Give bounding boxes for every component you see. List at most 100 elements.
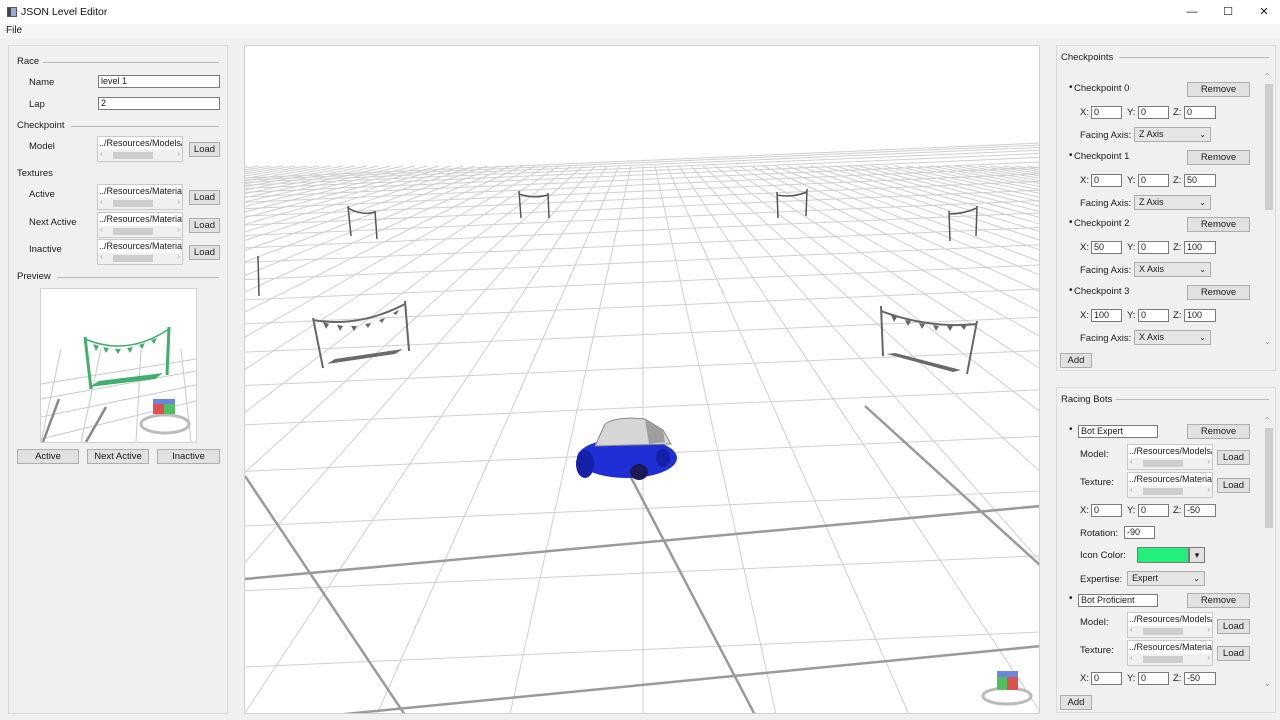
race-group-title: Race (17, 56, 44, 67)
checkpoint-group-title: Checkpoint (17, 120, 69, 131)
checkpoint-model-path[interactable]: ../Resources/Models/ ‹ › (97, 136, 183, 162)
horizontal-scrollbar[interactable]: ‹ › (98, 197, 182, 209)
checkpoint-x-field[interactable]: 0 (1091, 173, 1122, 187)
next-active-texture-path[interactable]: ../Resources/Materia ‹ › (97, 212, 183, 238)
bot-texture-load-button[interactable]: Load (1217, 478, 1250, 493)
next-active-texture-load-button[interactable]: Load (189, 218, 220, 233)
chevron-down-icon: ⌄ (1199, 265, 1206, 274)
minimize-button[interactable]: — (1174, 0, 1210, 24)
facing-axis-select[interactable]: X Axis ⌄ (1134, 262, 1211, 277)
checkpoint-z-field[interactable]: 100 (1184, 241, 1216, 254)
expertise-select[interactable]: Expert ⌄ (1127, 571, 1205, 586)
facing-axis-select[interactable]: Z Axis ⌄ (1134, 194, 1211, 210)
bot-texture-path[interactable]: ../Resources/Materia ‹ › (1127, 640, 1213, 666)
y-label: Y: (1127, 174, 1136, 186)
bot-name-field[interactable]: Bot Expert (1078, 425, 1158, 438)
lap-label: Lap (29, 99, 45, 110)
checkpoint-y-field[interactable]: 0 (1138, 308, 1169, 322)
checkpoint-name: Checkpoint 0 (1074, 83, 1130, 94)
y-label: Y: (1127, 505, 1136, 516)
scene-render (245, 142, 1039, 713)
racing-bots-panel: Racing Bots • Bot Expert Remove Model: .… (1056, 387, 1276, 713)
level-properties-panel: Race Name level 1 Lap 2 Checkpoint Model… (8, 45, 228, 714)
checkpoint-y-field[interactable]: 0 (1138, 106, 1169, 119)
close-button[interactable]: ✕ (1246, 0, 1280, 24)
preview-next-active-button[interactable]: Next Active (87, 449, 149, 464)
icon-color-swatch[interactable] (1137, 547, 1189, 563)
lap-field[interactable]: 2 (98, 97, 220, 110)
color-dropdown-chevron-icon[interactable]: ▾ (1189, 547, 1205, 563)
horizontal-scrollbar[interactable]: ‹ › (1128, 653, 1212, 665)
checkpoint-z-field[interactable]: 50 (1184, 173, 1216, 187)
bot-x-field[interactable]: 0 (1091, 504, 1122, 517)
facing-axis-label: Facing Axis: (1080, 332, 1132, 344)
horizontal-scrollbar[interactable]: ‹ › (98, 252, 182, 264)
bot-texture-label: Texture: (1080, 645, 1114, 656)
remove-bot-button[interactable]: Remove (1187, 593, 1250, 608)
checkpoint-model-load-button[interactable]: Load (189, 142, 220, 157)
x-label: X: (1080, 242, 1089, 253)
remove-checkpoint-button[interactable]: Remove (1187, 82, 1250, 97)
checkpoint-y-field[interactable]: 0 (1138, 241, 1169, 254)
bot-rotation-field[interactable]: -90 (1124, 526, 1155, 539)
car-model[interactable] (576, 417, 677, 480)
active-texture-path[interactable]: ../Resources/Materia ‹ › (97, 184, 183, 210)
facing-axis-label: Facing Axis: (1080, 197, 1132, 209)
y-label: Y: (1127, 107, 1136, 118)
bot-z-field[interactable]: -50 (1184, 504, 1216, 517)
bot-model-path[interactable]: ../Resources/Models/ ‹ › (1127, 612, 1213, 638)
checkpoint-x-field[interactable]: 50 (1091, 241, 1122, 254)
facing-axis-select[interactable]: Z Axis ⌄ (1134, 127, 1211, 142)
remove-checkpoint-button[interactable]: Remove (1187, 217, 1250, 232)
z-label: Z: (1173, 505, 1182, 516)
inactive-texture-path[interactable]: ../Resources/Materia ‹ › (97, 239, 183, 265)
bots-vertical-scrollbar[interactable]: ⌃ ⌄ (1263, 414, 1274, 690)
remove-bot-button[interactable]: Remove (1187, 424, 1250, 439)
model-label: Model (29, 141, 55, 152)
horizontal-scrollbar[interactable]: ‹ › (1128, 625, 1212, 637)
bot-model-path[interactable]: ../Resources/Models/ ‹ › (1127, 444, 1213, 470)
bot-x-field[interactable]: 0 (1091, 672, 1122, 685)
name-field[interactable]: level 1 (98, 75, 220, 88)
active-texture-load-button[interactable]: Load (189, 190, 220, 205)
add-bot-button[interactable]: Add (1060, 695, 1092, 710)
checkpoint-z-field[interactable]: 0 (1184, 106, 1216, 119)
bot-model-load-button[interactable]: Load (1217, 450, 1250, 465)
facing-axis-label: Facing Axis: (1080, 265, 1132, 276)
bot-texture-path[interactable]: ../Resources/Materia ‹ › (1127, 472, 1213, 498)
inactive-texture-load-button[interactable]: Load (189, 245, 220, 260)
checkpoint-x-field[interactable]: 100 (1091, 308, 1122, 322)
bot-name-field[interactable]: Bot Proficient (1078, 594, 1158, 607)
remove-checkpoint-button[interactable]: Remove (1187, 284, 1250, 300)
horizontal-scrollbar[interactable]: ‹ › (98, 149, 182, 161)
bot-model-load-button[interactable]: Load (1217, 619, 1250, 634)
add-checkpoint-button[interactable]: Add (1060, 353, 1092, 368)
checkpoint-name: Checkpoint 2 (1074, 218, 1130, 229)
bot-texture-load-button[interactable]: Load (1217, 646, 1250, 661)
checkpoint-y-field[interactable]: 0 (1138, 173, 1169, 187)
horizontal-scrollbar[interactable]: ‹ › (1128, 457, 1212, 469)
z-label: Z: (1173, 107, 1182, 118)
bot-y-field[interactable]: 0 (1138, 504, 1169, 517)
checkpoint-z-field[interactable]: 100 (1184, 308, 1216, 322)
bot-z-field[interactable]: -50 (1184, 672, 1216, 685)
checkpoints-panel: Checkpoints • Checkpoint 0 Remove X: 0 Y… (1056, 45, 1276, 371)
chevron-down-icon: ⌄ (1199, 197, 1206, 207)
maximize-button[interactable]: ☐ (1210, 0, 1246, 24)
horizontal-scrollbar[interactable]: ‹ › (98, 225, 182, 237)
preview-group-title: Preview (17, 271, 55, 282)
y-label: Y: (1127, 242, 1136, 253)
preview-active-button[interactable]: Active (17, 449, 79, 464)
horizontal-scrollbar[interactable]: ‹ › (1128, 485, 1212, 497)
preview-inactive-button[interactable]: Inactive (157, 449, 220, 464)
facing-axis-select[interactable]: X Axis ⌄ (1134, 329, 1211, 345)
menu-file[interactable]: File (6, 25, 22, 36)
y-label: Y: (1127, 309, 1136, 321)
checkpoint-x-field[interactable]: 0 (1091, 106, 1122, 119)
scene-viewport[interactable] (244, 45, 1040, 714)
remove-checkpoint-button[interactable]: Remove (1187, 149, 1250, 165)
x-label: X: (1080, 174, 1089, 186)
bot-y-field[interactable]: 0 (1138, 672, 1169, 685)
x-label: X: (1080, 673, 1089, 684)
checkpoints-vertical-scrollbar[interactable]: ⌃ ⌄ (1263, 70, 1274, 348)
